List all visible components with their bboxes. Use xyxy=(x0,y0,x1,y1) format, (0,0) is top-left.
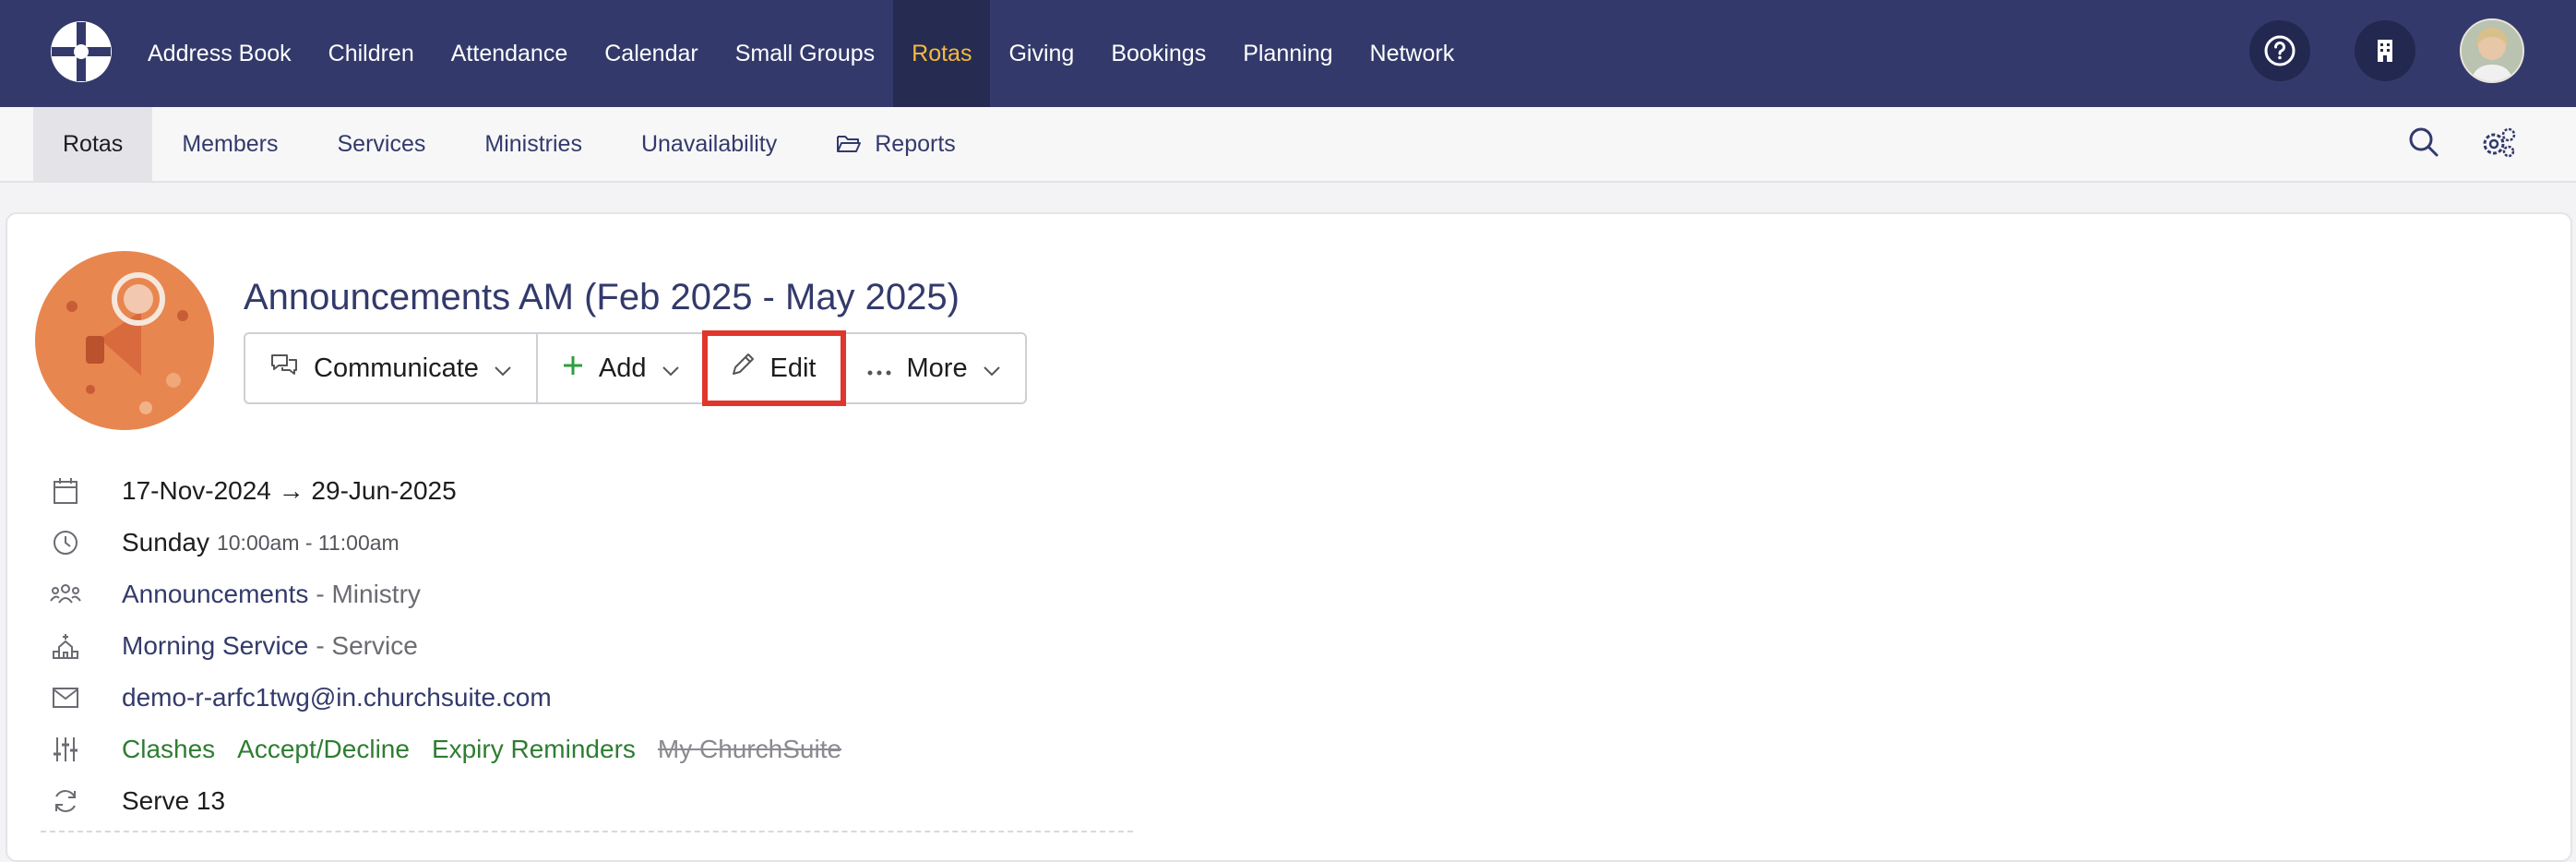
email-link[interactable]: demo-r-arfc1twg@in.churchsuite.com xyxy=(122,683,552,712)
help-button[interactable] xyxy=(2249,20,2310,81)
search-icon[interactable] xyxy=(2408,126,2439,162)
chat-bubbles-icon xyxy=(269,352,299,385)
church-icon xyxy=(50,630,81,662)
expiry-reminders-setting: Expiry Reminders xyxy=(431,735,636,763)
chevron-down-icon xyxy=(983,353,1001,384)
chevron-down-icon xyxy=(494,353,512,384)
time-row: Sunday 10:00am - 11:00am xyxy=(50,517,841,569)
nav-calendar[interactable]: Calendar xyxy=(586,0,716,107)
add-button[interactable]: Add xyxy=(538,334,706,402)
rota-image xyxy=(35,251,214,430)
clashes-setting: Clashes xyxy=(122,735,216,763)
serve-row: Serve 13 xyxy=(50,775,841,827)
service-row: Morning Service - Service xyxy=(50,620,841,672)
rota-details: 17-Nov-2024 → 29-Jun-2025 Sunday 10:00am… xyxy=(50,465,841,827)
date-range-row: 17-Nov-2024 → 29-Jun-2025 xyxy=(50,465,841,517)
sliders-icon xyxy=(50,734,81,765)
settings-gears-icon[interactable] xyxy=(2480,126,2517,162)
nav-network[interactable]: Network xyxy=(1352,0,1473,107)
nav-bookings[interactable]: Bookings xyxy=(1092,0,1224,107)
rota-actions: Communicate Add Edit More xyxy=(244,330,1027,406)
nav-address-book[interactable]: Address Book xyxy=(129,0,310,107)
nav-small-groups[interactable]: Small Groups xyxy=(717,0,893,107)
accept-decline-setting: Accept/Decline xyxy=(237,735,410,763)
user-avatar[interactable] xyxy=(2460,18,2524,83)
chevron-down-icon xyxy=(662,353,680,384)
tab-members[interactable]: Members xyxy=(152,107,307,181)
envelope-icon xyxy=(50,682,81,713)
folder-open-icon xyxy=(836,133,862,155)
pencil-icon xyxy=(730,352,756,385)
clock-icon xyxy=(50,527,81,558)
nav-planning[interactable]: Planning xyxy=(1224,0,1351,107)
rota-card: Announcements AM (Feb 2025 - May 2025) C… xyxy=(6,212,2572,862)
edit-button[interactable]: Edit xyxy=(701,330,846,406)
tab-reports[interactable]: Reports xyxy=(806,107,985,181)
settings-row: Clashes Accept/Decline Expiry Reminders … xyxy=(50,724,841,775)
tab-services[interactable]: Services xyxy=(308,107,456,181)
more-button[interactable]: More xyxy=(842,334,1025,402)
people-group-icon xyxy=(50,579,81,610)
page-title: Announcements AM (Feb 2025 - May 2025) xyxy=(244,277,960,317)
nav-rotas[interactable]: Rotas xyxy=(893,0,991,107)
ministry-row: Announcements - Ministry xyxy=(50,569,841,620)
building-icon xyxy=(2378,40,2392,62)
nav-giving[interactable]: Giving xyxy=(990,0,1092,107)
communicate-button[interactable]: Communicate xyxy=(245,334,538,402)
question-circle-icon xyxy=(2264,35,2296,66)
service-link[interactable]: Morning Service xyxy=(122,631,308,661)
churchsuite-logo-icon[interactable] xyxy=(48,18,114,85)
tab-rotas[interactable]: Rotas xyxy=(33,107,153,181)
ellipsis-icon xyxy=(866,353,892,384)
nav-children[interactable]: Children xyxy=(310,0,433,107)
top-navigation: Address Book Children Attendance Calenda… xyxy=(0,0,2576,107)
ministry-link[interactable]: Announcements xyxy=(122,580,308,609)
sub-navigation: Rotas Members Services Ministries Unavai… xyxy=(0,107,2576,183)
plus-icon xyxy=(562,353,584,384)
tab-ministries[interactable]: Ministries xyxy=(455,107,612,181)
sync-icon xyxy=(50,785,81,817)
tab-unavailability[interactable]: Unavailability xyxy=(612,107,806,181)
email-row: demo-r-arfc1twg@in.churchsuite.com xyxy=(50,672,841,724)
calendar-icon xyxy=(50,475,81,507)
organisation-button[interactable] xyxy=(2355,20,2415,81)
my-churchsuite-setting: My ChurchSuite xyxy=(657,735,842,763)
nav-attendance[interactable]: Attendance xyxy=(433,0,587,107)
